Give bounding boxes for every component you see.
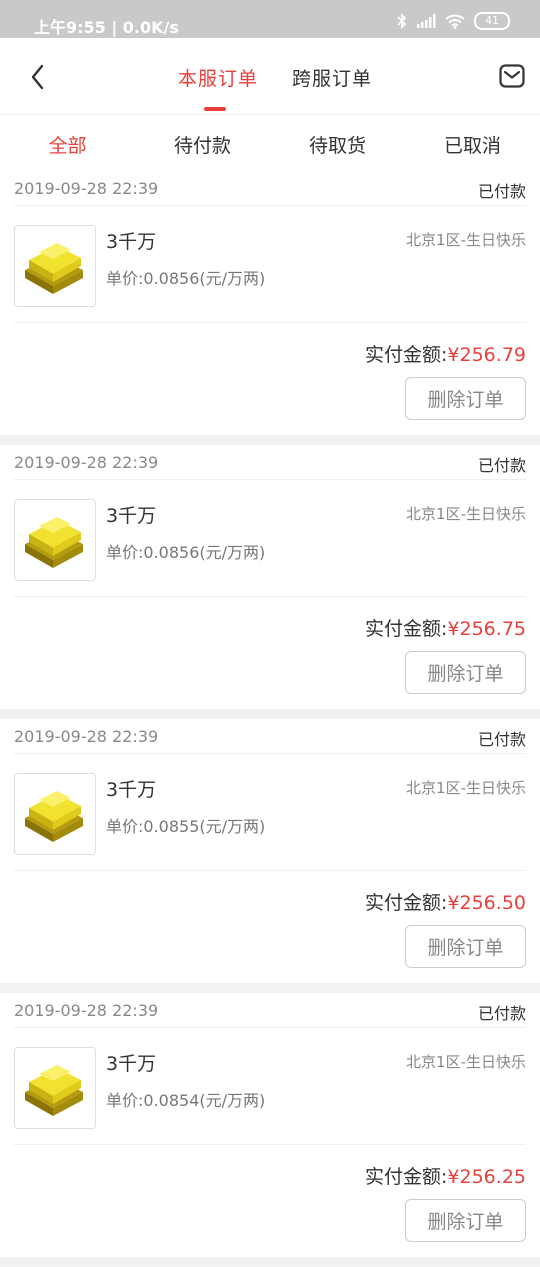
status-bar: 上午9:55 | 0.0K/s 41	[0, 0, 540, 38]
product-thumbnail[interactable]	[14, 499, 96, 581]
divider	[14, 322, 526, 323]
order-status: 已付款	[477, 730, 526, 749]
server-name: 北京1区-生日快乐	[406, 779, 526, 797]
delete-order-button[interactable]: 删除订单	[405, 925, 526, 968]
tab-cross-server-orders[interactable]: 跨服订单	[292, 64, 372, 91]
order-date: 2019-09-28 22:39	[14, 453, 159, 472]
divider	[14, 870, 526, 871]
gold-bars-icon	[25, 1065, 83, 1116]
order-list: 2019-09-28 22:39 已付款 3千万 单价:0.0856(元/万两)…	[0, 171, 540, 1267]
header: 本服订单 跨服订单	[0, 38, 540, 115]
battery-icon: 41	[474, 12, 510, 30]
unit-price: 单价:0.0854(元/万两)	[106, 1091, 266, 1110]
bluetooth-icon	[397, 13, 407, 29]
server-name: 北京1区-生日快乐	[406, 1053, 526, 1071]
order-status: 已付款	[477, 456, 526, 475]
total-amount: ¥256.50	[447, 892, 526, 914]
order-total: 实付金额:¥256.25	[365, 1162, 526, 1189]
delete-order-button[interactable]: 删除订单	[405, 651, 526, 694]
gold-bars-icon	[25, 791, 83, 842]
tab-local-orders[interactable]: 本服订单	[178, 64, 258, 91]
delete-order-button[interactable]: 删除订单	[405, 377, 526, 420]
delete-order-button[interactable]: 删除订单	[405, 1199, 526, 1242]
total-amount: ¥256.79	[447, 344, 526, 366]
order-card: 2019-09-28 22:39 已付款 3千万 单价:0.0855(元/万两)…	[0, 719, 540, 983]
order-card: 2019-09-28 22:39 已付款 3千万 单价:0.0856(元/万两)…	[0, 445, 540, 709]
product-thumbnail[interactable]	[14, 225, 96, 307]
order-status: 已付款	[477, 1004, 526, 1023]
product-thumbnail[interactable]	[14, 1047, 96, 1129]
product-thumbnail[interactable]	[14, 773, 96, 855]
order-header: 2019-09-28 22:39 已付款	[14, 445, 526, 480]
filter-pending-pickup[interactable]: 待取货	[270, 131, 405, 158]
filter-pending-payment[interactable]: 待付款	[135, 131, 270, 158]
order-status: 已付款	[477, 182, 526, 201]
order-card: 2019-09-28 22:39 已付款 3千万 单价:0.0856(元/万两)…	[0, 171, 540, 435]
item-name: 3千万	[106, 779, 157, 801]
divider	[14, 596, 526, 597]
order-date: 2019-09-28 22:39	[14, 179, 159, 198]
order-card: 2019-09-28 22:39 已付款 3千万 单价:0.0854(元/万两)…	[0, 993, 540, 1257]
order-total: 实付金额:¥256.79	[365, 340, 526, 367]
unit-price: 单价:0.0856(元/万两)	[106, 269, 266, 288]
order-date: 2019-09-28 22:39	[14, 727, 159, 746]
item-name: 3千万	[106, 505, 157, 527]
filter-bar: 全部 待付款 待取货 已取消	[0, 115, 540, 172]
order-header: 2019-09-28 22:39 已付款	[14, 993, 526, 1028]
active-tab-indicator	[204, 107, 226, 111]
server-name: 北京1区-生日快乐	[406, 231, 526, 249]
order-date: 2019-09-28 22:39	[14, 1001, 159, 1020]
status-time: 上午9:55 | 0.0K/s	[34, 18, 179, 37]
gold-bars-icon	[25, 517, 83, 568]
item-name: 3千万	[106, 231, 157, 253]
mail-icon[interactable]	[499, 64, 525, 88]
divider	[14, 1144, 526, 1145]
status-icons: 41	[397, 12, 510, 30]
total-amount: ¥256.75	[447, 618, 526, 640]
total-label: 实付金额:	[365, 344, 448, 366]
order-header: 2019-09-28 22:39 已付款	[14, 171, 526, 206]
unit-price: 单价:0.0855(元/万两)	[106, 817, 266, 836]
total-label: 实付金额:	[365, 618, 448, 640]
total-amount: ¥256.25	[447, 1166, 526, 1188]
server-name: 北京1区-生日快乐	[406, 505, 526, 523]
signal-icon	[417, 14, 436, 28]
total-label: 实付金额:	[365, 892, 448, 914]
wifi-icon	[445, 14, 465, 29]
order-total: 实付金额:¥256.75	[365, 614, 526, 641]
filter-cancelled[interactable]: 已取消	[405, 131, 540, 158]
item-name: 3千万	[106, 1053, 157, 1075]
gold-bars-icon	[25, 243, 83, 294]
order-header: 2019-09-28 22:39 已付款	[14, 719, 526, 754]
order-total: 实付金额:¥256.50	[365, 888, 526, 915]
back-icon[interactable]	[26, 62, 50, 92]
total-label: 实付金额:	[365, 1166, 448, 1188]
unit-price: 单价:0.0856(元/万两)	[106, 543, 266, 562]
filter-all[interactable]: 全部	[0, 131, 135, 158]
